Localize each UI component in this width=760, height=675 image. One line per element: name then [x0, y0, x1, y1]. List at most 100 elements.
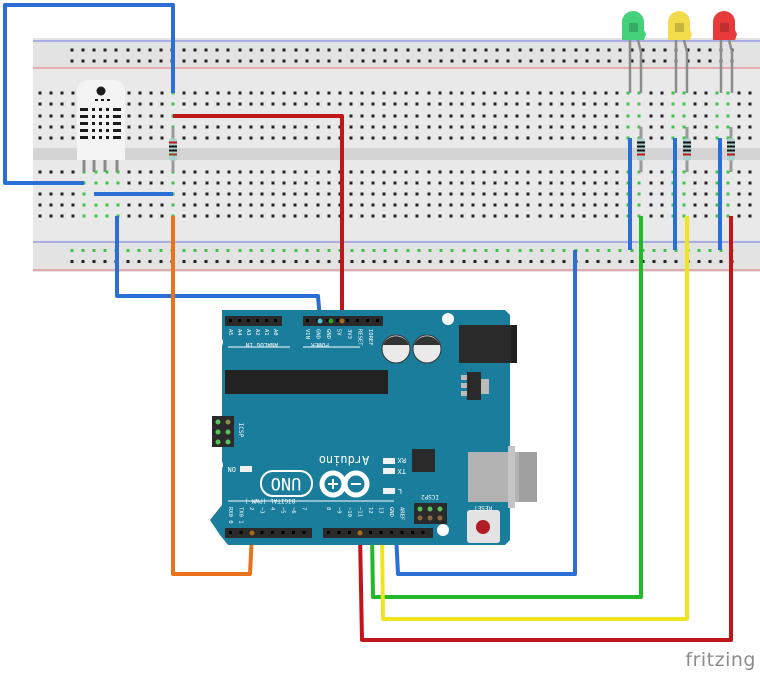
breadboard-hole[interactable] — [293, 136, 297, 140]
breadboard-hole[interactable] — [260, 102, 264, 106]
breadboard-hole[interactable] — [737, 181, 741, 185]
breadboard-hole[interactable] — [737, 192, 741, 196]
rail-hole[interactable] — [674, 260, 678, 263]
breadboard-hole[interactable] — [171, 181, 175, 185]
rail-hole[interactable] — [271, 48, 275, 52]
rail-hole[interactable] — [316, 59, 320, 63]
breadboard-hole[interactable] — [449, 91, 453, 95]
analog-header[interactable] — [225, 316, 282, 326]
breadboard-hole[interactable] — [205, 170, 209, 174]
breadboard-hole[interactable] — [393, 91, 397, 95]
breadboard-hole[interactable] — [471, 181, 475, 185]
breadboard-hole[interactable] — [582, 181, 586, 185]
breadboard-hole[interactable] — [549, 214, 553, 218]
breadboard-hole[interactable] — [704, 181, 708, 185]
breadboard-hole[interactable] — [515, 203, 519, 207]
breadboard-hole[interactable] — [615, 214, 619, 218]
breadboard-hole[interactable] — [748, 170, 752, 174]
breadboard-hole[interactable] — [193, 214, 197, 218]
rail-hole[interactable] — [372, 48, 376, 52]
breadboard-hole[interactable] — [515, 102, 519, 106]
breadboard-hole[interactable] — [515, 181, 519, 185]
rail-hole[interactable] — [70, 59, 74, 63]
rail-hole[interactable] — [148, 260, 152, 263]
digital-header-low[interactable] — [225, 528, 312, 538]
breadboard-hole[interactable] — [493, 91, 497, 95]
rail-hole[interactable] — [271, 249, 275, 252]
breadboard-hole[interactable] — [282, 214, 286, 218]
rail-hole[interactable] — [103, 59, 107, 63]
breadboard-hole[interactable] — [71, 136, 75, 140]
breadboard-hole[interactable] — [49, 203, 53, 207]
breadboard-hole[interactable] — [415, 203, 419, 207]
breadboard-hole[interactable] — [127, 125, 131, 129]
breadboard-hole[interactable] — [49, 102, 53, 106]
rail-hole[interactable] — [137, 260, 141, 263]
breadboard-hole[interactable] — [38, 170, 42, 174]
breadboard-hole[interactable] — [615, 170, 619, 174]
rail-hole[interactable] — [495, 249, 499, 252]
breadboard-hole[interactable] — [526, 91, 530, 95]
rail-hole[interactable] — [126, 260, 130, 263]
breadboard-hole[interactable] — [493, 136, 497, 140]
breadboard-hole[interactable] — [649, 214, 653, 218]
breadboard-hole[interactable] — [482, 170, 486, 174]
rail-hole[interactable] — [518, 59, 522, 63]
rail-hole[interactable] — [484, 249, 488, 252]
breadboard-hole[interactable] — [382, 192, 386, 196]
breadboard-hole[interactable] — [538, 91, 542, 95]
breadboard-hole[interactable] — [438, 114, 442, 118]
breadboard-hole[interactable] — [71, 170, 75, 174]
breadboard-hole[interactable] — [371, 91, 375, 95]
breadboard-hole[interactable] — [637, 203, 641, 207]
rail-hole[interactable] — [708, 249, 712, 252]
breadboard-hole[interactable] — [371, 214, 375, 218]
breadboard-hole[interactable] — [205, 181, 209, 185]
breadboard-hole[interactable] — [249, 214, 253, 218]
rail-hole[interactable] — [282, 48, 286, 52]
rail-hole[interactable] — [126, 249, 130, 252]
breadboard-hole[interactable] — [216, 136, 220, 140]
breadboard-hole[interactable] — [660, 203, 664, 207]
breadboard-hole[interactable] — [360, 125, 364, 129]
rail-hole[interactable] — [473, 48, 477, 52]
breadboard-hole[interactable] — [427, 102, 431, 106]
rail-hole[interactable] — [282, 59, 286, 63]
breadboard-hole[interactable] — [238, 170, 242, 174]
breadboard-hole[interactable] — [371, 136, 375, 140]
breadboard-hole[interactable] — [626, 114, 630, 118]
rail-hole[interactable] — [159, 249, 163, 252]
breadboard-hole[interactable] — [60, 136, 64, 140]
breadboard-hole[interactable] — [316, 203, 320, 207]
breadboard-hole[interactable] — [349, 114, 353, 118]
rail-hole[interactable] — [484, 48, 488, 52]
rail-hole[interactable] — [473, 249, 477, 252]
breadboard-hole[interactable] — [216, 192, 220, 196]
rail-hole[interactable] — [361, 249, 365, 252]
breadboard-hole[interactable] — [526, 192, 530, 196]
breadboard-hole[interactable] — [482, 192, 486, 196]
breadboard-hole[interactable] — [626, 125, 630, 129]
breadboard-hole[interactable] — [704, 203, 708, 207]
breadboard-hole[interactable] — [649, 203, 653, 207]
breadboard-hole[interactable] — [338, 102, 342, 106]
breadboard-hole[interactable] — [160, 170, 164, 174]
rail-hole[interactable] — [417, 59, 421, 63]
breadboard-hole[interactable] — [704, 192, 708, 196]
breadboard-hole[interactable] — [604, 91, 608, 95]
rail-hole[interactable] — [585, 59, 589, 63]
breadboard-hole[interactable] — [704, 136, 708, 140]
breadboard-hole[interactable] — [660, 214, 664, 218]
breadboard-hole[interactable] — [360, 136, 364, 140]
rail-hole[interactable] — [529, 59, 533, 63]
breadboard-hole[interactable] — [227, 170, 231, 174]
breadboard-hole[interactable] — [582, 203, 586, 207]
rail-hole[interactable] — [540, 48, 544, 52]
rail-hole[interactable] — [585, 249, 589, 252]
breadboard-hole[interactable] — [193, 203, 197, 207]
breadboard-hole[interactable] — [249, 181, 253, 185]
breadboard-hole[interactable] — [593, 91, 597, 95]
breadboard-hole[interactable] — [449, 114, 453, 118]
breadboard-hole[interactable] — [371, 181, 375, 185]
breadboard-hole[interactable] — [671, 91, 675, 95]
